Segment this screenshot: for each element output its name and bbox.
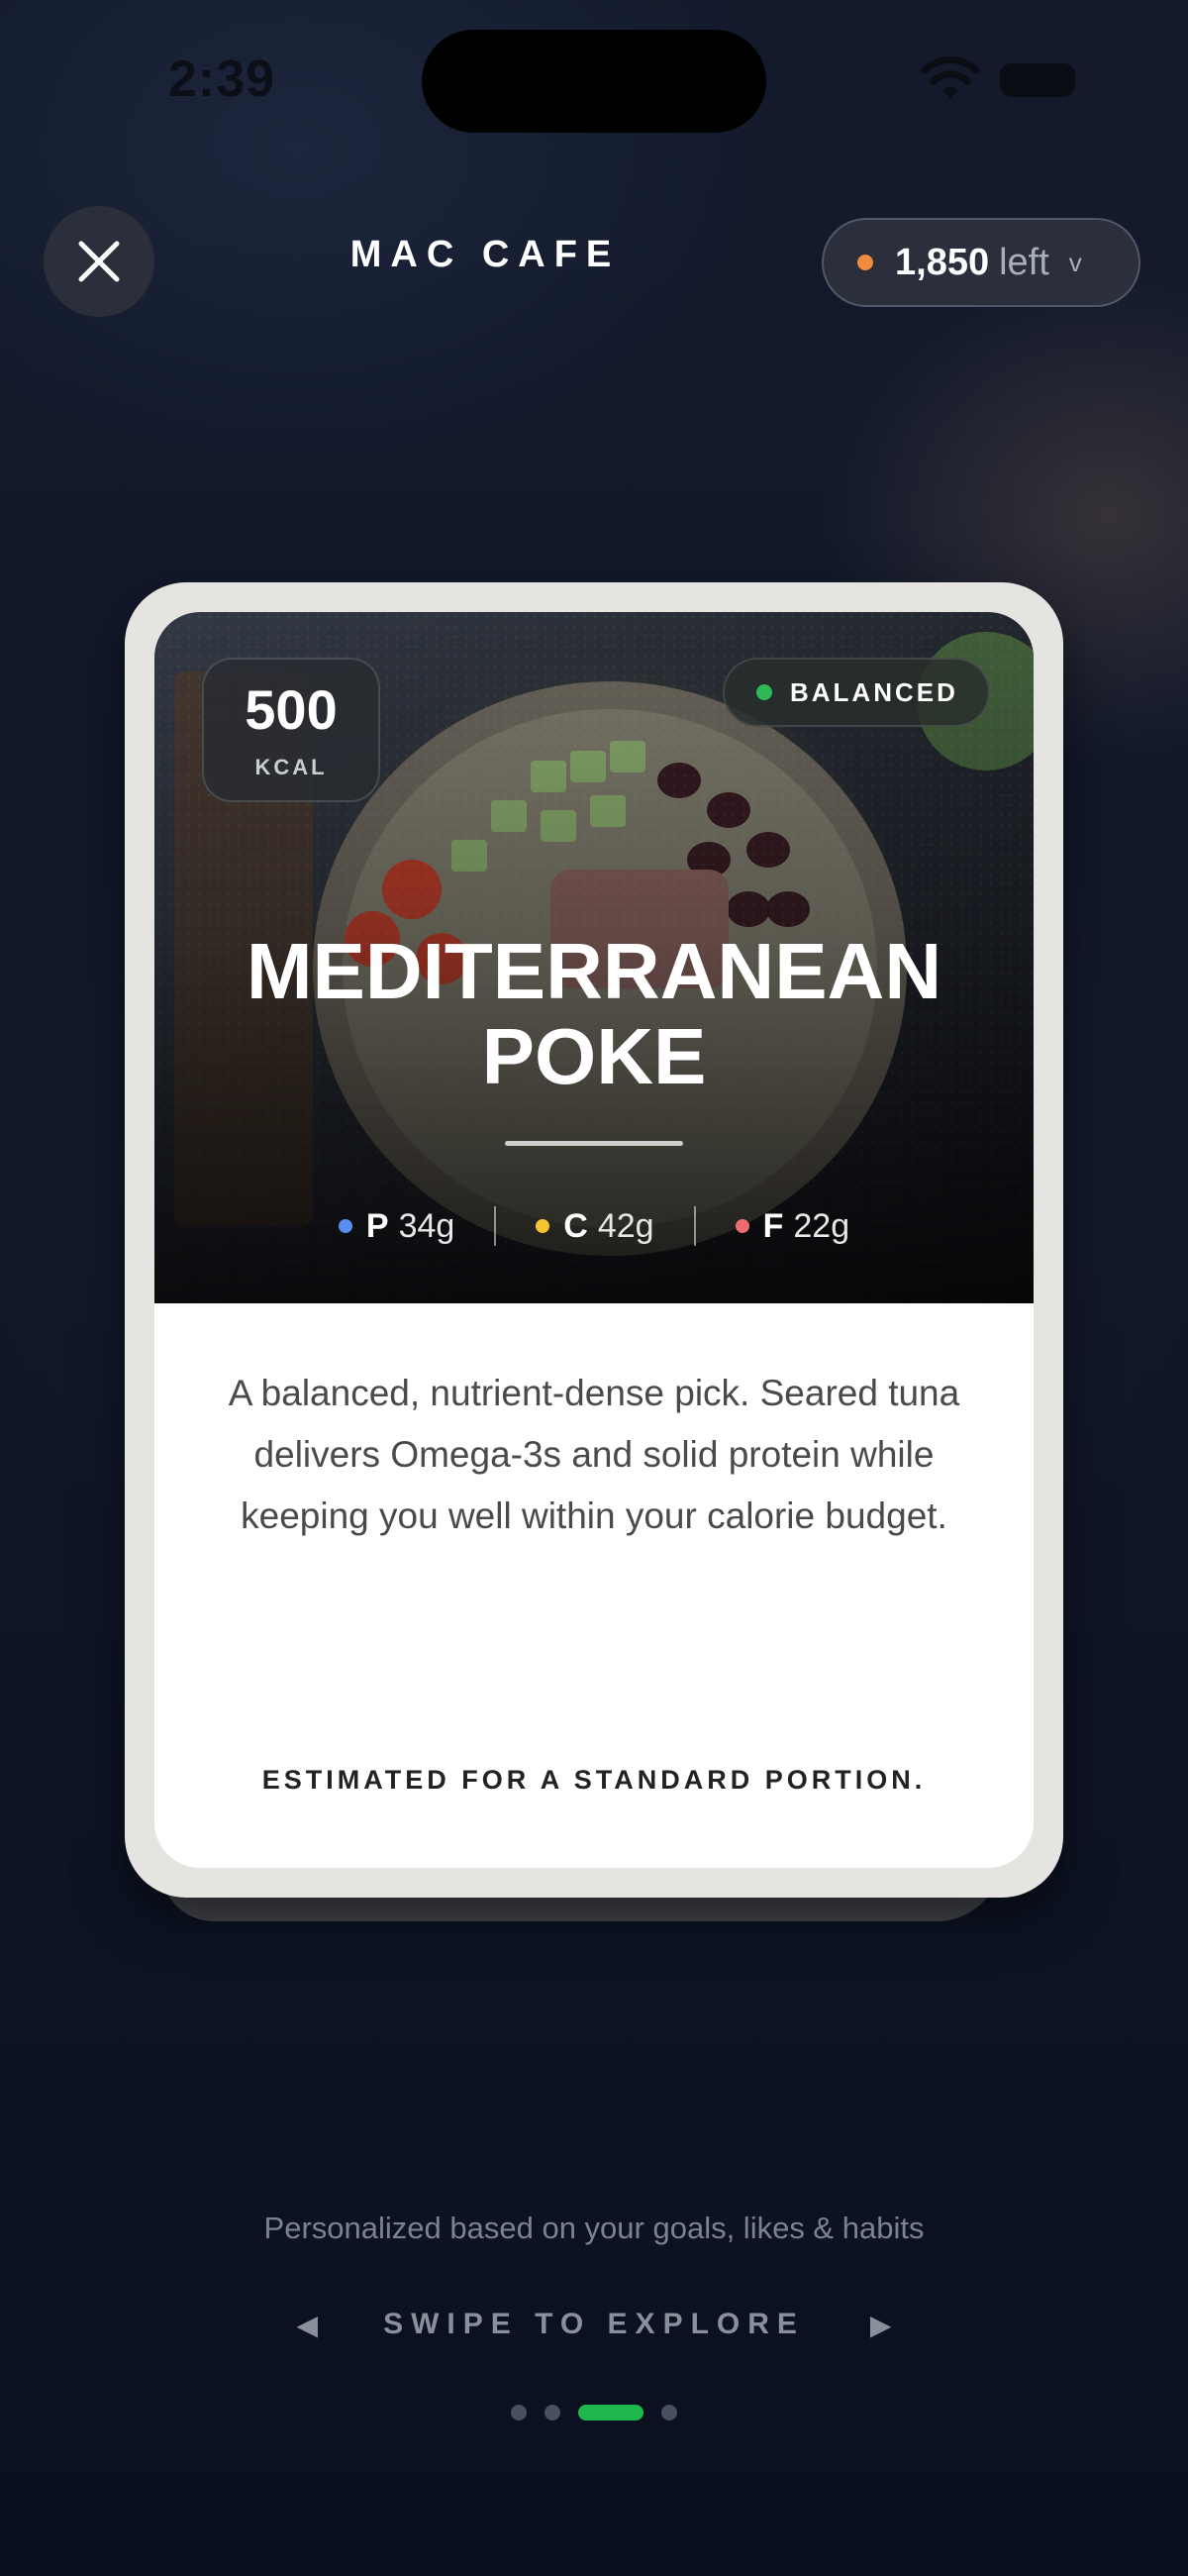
macro-carbs: C 42g xyxy=(536,1206,654,1246)
fat-dot xyxy=(735,1219,749,1233)
kcal-value: 500 xyxy=(245,678,338,741)
dynamic-island xyxy=(422,30,766,133)
page-indicator xyxy=(0,2405,1188,2421)
calories-left-label: left xyxy=(999,241,1049,283)
chevron-down-icon: v xyxy=(1068,247,1082,277)
balanced-badge: BALANCED xyxy=(723,658,990,727)
battery-icon xyxy=(1000,63,1075,97)
page-dot[interactable] xyxy=(511,2405,527,2421)
arrow-right-icon[interactable]: ▶ xyxy=(870,2309,892,2341)
title-divider xyxy=(505,1141,683,1146)
balanced-label: BALANCED xyxy=(790,676,958,707)
macro-fat: F 22g xyxy=(735,1206,850,1246)
kcal-unit: KCAL xyxy=(254,755,328,779)
calories-left-value: 1,850 xyxy=(895,241,990,283)
swipe-hint: ◀ SWIPE TO EXPLORE ▶ xyxy=(0,2308,1188,2341)
macro-separator xyxy=(693,1206,696,1246)
wifi-icon xyxy=(921,55,980,99)
carbs-dot xyxy=(536,1219,550,1233)
macro-row: P 34g C 42g F 22g xyxy=(154,1206,1034,1246)
portion-footnote: ESTIMATED FOR A STANDARD PORTION. xyxy=(261,1765,927,1795)
protein-letter: P xyxy=(365,1206,389,1245)
page-dot[interactable] xyxy=(661,2405,677,2421)
macro-separator xyxy=(494,1206,497,1246)
dish-description: A balanced, nutrient-dense pick. Seared … xyxy=(228,1373,960,1536)
personalized-note: Personalized based on your goals, likes … xyxy=(263,2211,925,2245)
arrow-left-icon[interactable]: ◀ xyxy=(297,2309,319,2341)
protein-value: 34g xyxy=(398,1206,455,1245)
page-dot-active[interactable] xyxy=(578,2405,644,2421)
protein-dot xyxy=(338,1219,352,1233)
dish-photo: 500 KCAL BALANCED MEDITERRANEAN POKE P 3… xyxy=(154,612,1034,1303)
page-dot[interactable] xyxy=(544,2405,560,2421)
close-button[interactable] xyxy=(44,206,154,317)
balanced-dot xyxy=(756,684,772,700)
macro-protein: P 34g xyxy=(338,1206,455,1246)
calories-left-dropdown[interactable]: 1,850 left v xyxy=(822,218,1140,307)
fat-letter: F xyxy=(762,1206,784,1245)
dish-name-line-1: MEDITERRANEAN xyxy=(246,927,942,1015)
fat-value: 22g xyxy=(793,1206,850,1245)
carbs-value: 42g xyxy=(597,1206,654,1245)
meal-card-content[interactable]: 500 KCAL BALANCED MEDITERRANEAN POKE P 3… xyxy=(154,612,1034,1868)
carbs-letter: C xyxy=(563,1206,588,1245)
restaurant-title: MAC CAFE xyxy=(349,234,621,275)
close-icon xyxy=(78,241,120,282)
swipe-label: SWIPE TO EXPLORE xyxy=(383,2308,805,2340)
calorie-status-dot xyxy=(857,255,873,270)
status-time: 2:39 xyxy=(168,51,276,108)
kcal-badge: 500 KCAL xyxy=(202,658,380,802)
dish-name-line-2: POKE xyxy=(481,1012,707,1100)
dish-name: MEDITERRANEAN POKE xyxy=(154,929,1034,1099)
